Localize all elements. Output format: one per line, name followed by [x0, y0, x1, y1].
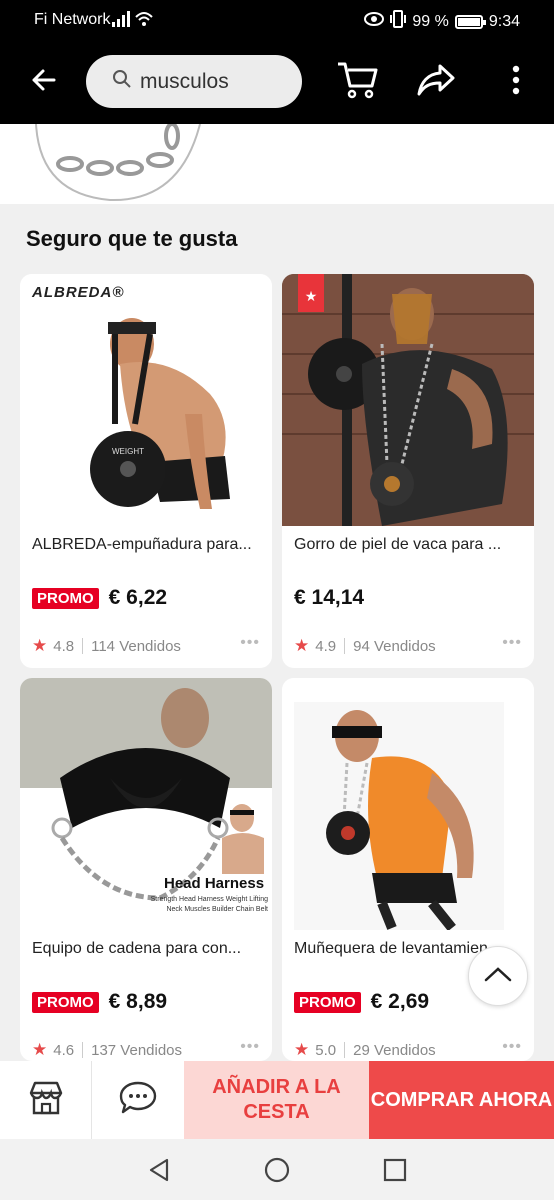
product-price: € 14,14 [294, 586, 365, 609]
nav-home-icon[interactable] [264, 1157, 290, 1183]
app-bar: musculos [0, 40, 554, 124]
more-vert-icon[interactable] [504, 62, 528, 98]
star-icon: ★ [32, 1040, 48, 1059]
rating-value: 5.0 [315, 1041, 337, 1059]
nav-back-icon[interactable] [146, 1157, 172, 1183]
product-price: € 6,22 [108, 586, 168, 609]
action-bar: AÑADIR A LA CESTA COMPRAR AHORA [0, 1061, 554, 1139]
store-icon [27, 1079, 65, 1122]
product-price: € 8,89 [108, 990, 168, 1013]
product-image-top [0, 124, 554, 204]
star-icon: ★ [32, 636, 48, 655]
divider [344, 638, 346, 654]
more-horiz-icon[interactable]: ••• [502, 1038, 522, 1056]
signal-wifi-icons [112, 10, 154, 33]
promo-badge: PROMO [32, 587, 99, 609]
featured-badge: ★ [298, 274, 324, 312]
section-title: Seguro que te gusta [26, 226, 238, 251]
battery-icon [454, 14, 486, 29]
product-price: € 2,69 [370, 990, 430, 1013]
rating-value: 4.9 [315, 637, 337, 655]
chat-button[interactable] [92, 1061, 184, 1139]
sold-count: 137 Vendidos [91, 1041, 183, 1059]
eye-icon [364, 12, 385, 31]
product-rating: ★ 4.6 137 Vendidos [32, 1040, 182, 1060]
cart-icon[interactable] [336, 60, 378, 100]
rating-value: 4.8 [53, 637, 75, 655]
more-horiz-icon[interactable]: ••• [502, 634, 522, 652]
divider [82, 638, 84, 654]
carrier-name: Fi Network [34, 11, 111, 28]
image-subcaption-1: Strength Head Harness Weight Lifting [150, 896, 268, 903]
battery-text: 99 % [412, 12, 449, 30]
scroll-to-top-button[interactable] [468, 946, 528, 1006]
image-subcaption-2: Neck Muscles Builder Chain Belt [166, 906, 268, 913]
chat-icon [118, 1080, 158, 1121]
sold-count: 29 Vendidos [353, 1041, 436, 1059]
search-bar[interactable]: musculos [86, 55, 302, 108]
promo-badge: PROMO [294, 991, 361, 1013]
vibrate-icon [390, 10, 407, 33]
brand-logo: ALBREDA® [32, 284, 125, 301]
product-image: ALBREDA® WEIGHT [20, 274, 272, 526]
store-button[interactable] [0, 1061, 92, 1139]
sold-count: 114 Vendidos [91, 637, 181, 655]
product-image: Head Harness Strength Head Harness Weigh… [20, 678, 272, 930]
chevron-up-icon [484, 966, 512, 987]
add-to-cart-button[interactable]: AÑADIR A LA CESTA [184, 1061, 369, 1139]
product-image: ★ [282, 274, 534, 526]
rating-value: 4.6 [53, 1041, 75, 1059]
divider [344, 1042, 346, 1058]
product-title: Equipo de cadena para con... [32, 940, 242, 957]
buy-now-button[interactable]: COMPRAR AHORA [369, 1061, 554, 1139]
more-horiz-icon[interactable]: ••• [240, 1038, 260, 1056]
search-query-text: musculos [140, 69, 229, 93]
sold-count: 94 Vendidos [353, 637, 436, 655]
product-card[interactable]: ALBREDA® WEIGHT ALBREDA-empuñadura para.… [20, 274, 272, 668]
divider [82, 1042, 84, 1058]
product-title: ALBREDA-empuñadura para... [32, 536, 252, 553]
svg-text:WEIGHT: WEIGHT [112, 447, 144, 456]
product-rating: ★ 4.9 94 Vendidos [294, 636, 436, 656]
product-card[interactable]: Head Harness Strength Head Harness Weigh… [20, 678, 272, 1061]
share-icon[interactable] [416, 62, 456, 98]
product-rating: ★ 5.0 29 Vendidos [294, 1040, 436, 1060]
image-caption: Head Harness [164, 875, 265, 892]
product-card[interactable]: ★ Gorro de piel de vaca para ... € 14,14… [282, 274, 534, 668]
star-icon: ★ [294, 1040, 310, 1059]
product-title: Gorro de piel de vaca para ... [294, 536, 502, 553]
system-navigation-bar [0, 1139, 554, 1200]
product-image [282, 678, 534, 930]
search-icon [112, 69, 132, 94]
promo-badge: PROMO [32, 991, 99, 1013]
star-icon: ★ [294, 636, 310, 655]
product-rating: ★ 4.8 114 Vendidos [32, 636, 181, 656]
clock: 9:34 [488, 12, 520, 30]
back-arrow-icon[interactable] [26, 62, 62, 98]
nav-recents-icon[interactable] [382, 1157, 408, 1183]
status-bar: Fi Network 99 % 9:34 [0, 0, 554, 40]
more-horiz-icon[interactable]: ••• [240, 634, 260, 652]
